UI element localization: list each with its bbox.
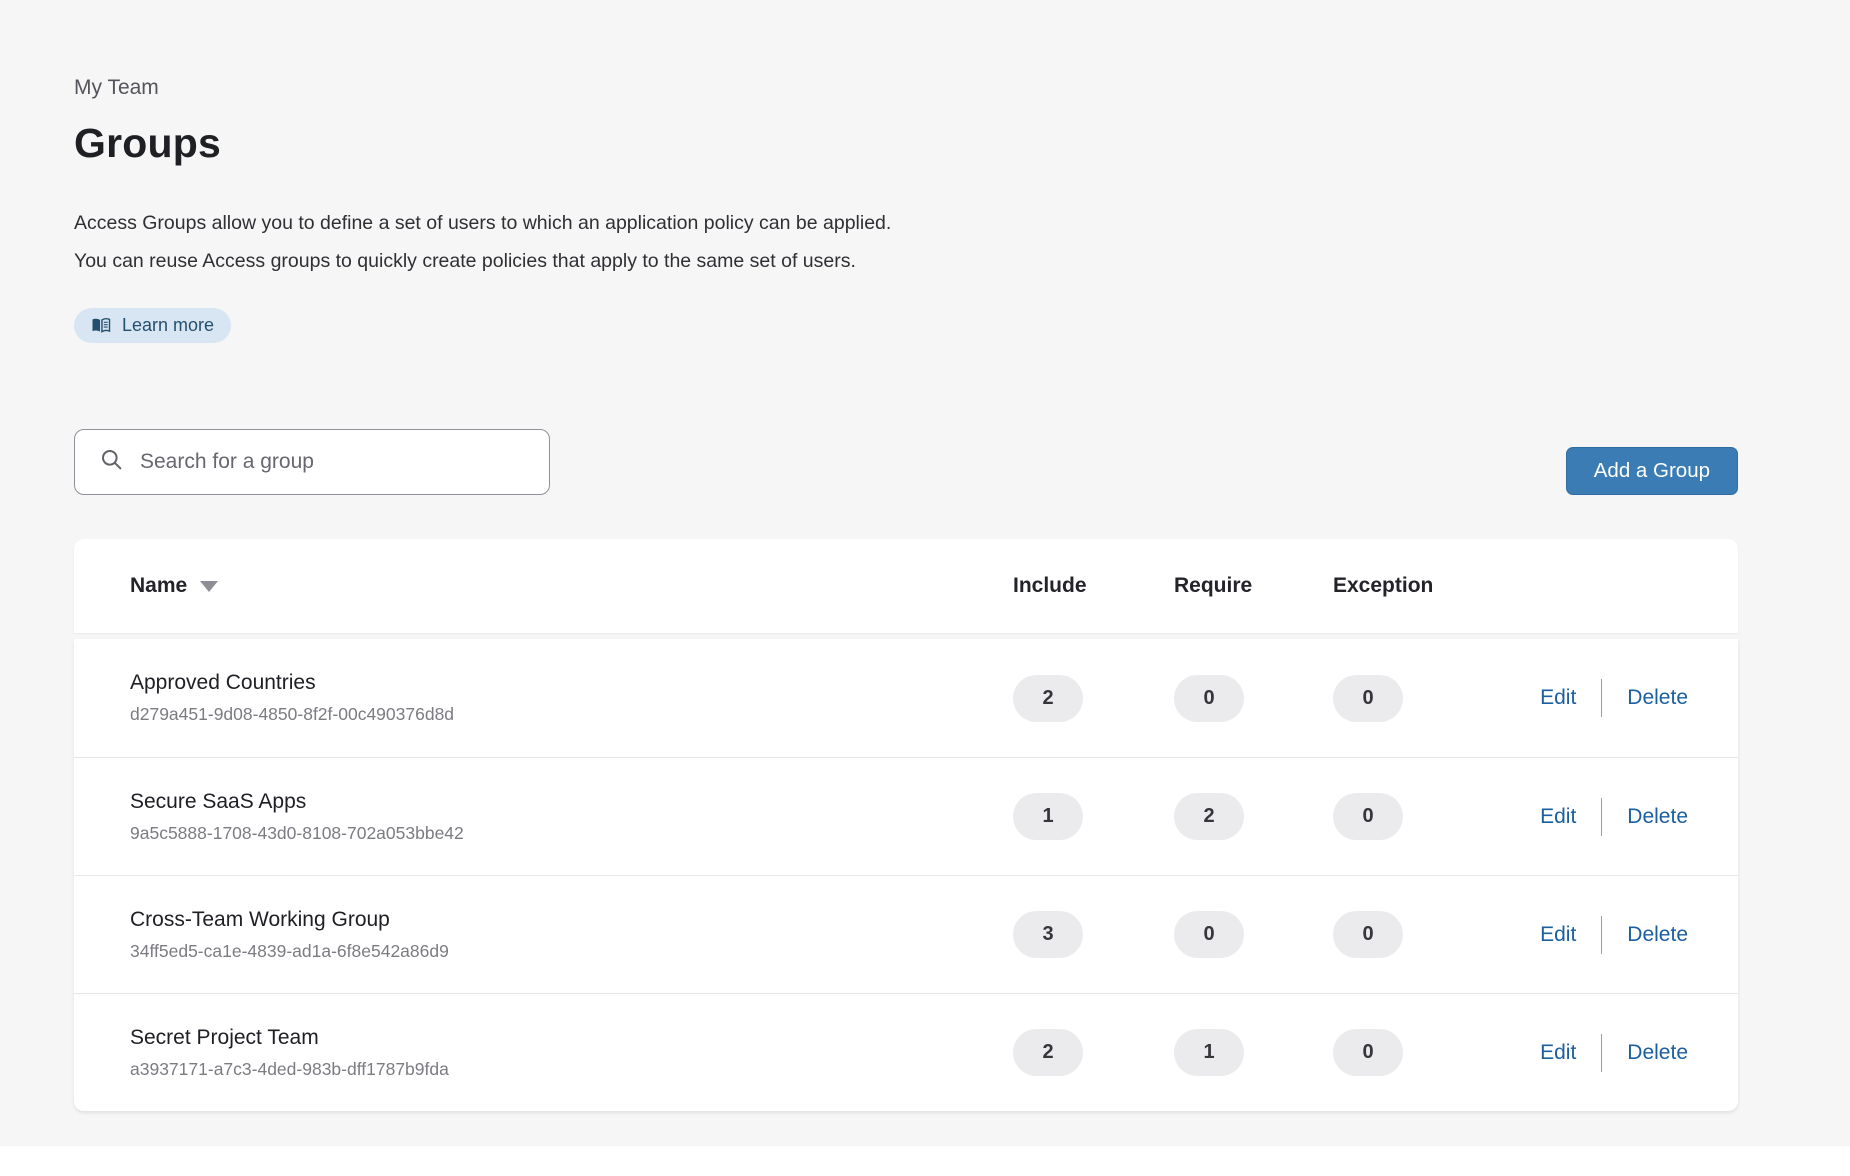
group-id: 9a5c5888-1708-43d0-8108-702a053bbe42 <box>130 823 1013 844</box>
page-description: Access Groups allow you to define a set … <box>74 204 1850 280</box>
require-count-badge: 1 <box>1174 1029 1244 1076</box>
sort-descending-icon <box>200 581 218 592</box>
page-title: Groups <box>74 118 1850 168</box>
actions-divider <box>1601 1034 1602 1072</box>
include-count-badge: 3 <box>1013 911 1083 958</box>
include-count-badge: 1 <box>1013 793 1083 840</box>
exception-column-label: Exception <box>1333 574 1493 598</box>
search-input[interactable] <box>140 450 529 474</box>
exception-count-badge: 0 <box>1333 793 1403 840</box>
group-name: Approved Countries <box>130 671 1013 695</box>
group-name-cell: Approved Countries d279a451-9d08-4850-8f… <box>130 671 1013 725</box>
table-body: Approved Countries d279a451-9d08-4850-8f… <box>74 639 1738 1111</box>
include-count-badge: 2 <box>1013 1029 1083 1076</box>
groups-table: Name Include Require Exception Approved … <box>74 539 1738 1111</box>
edit-link[interactable]: Edit <box>1540 923 1576 947</box>
row-actions: Edit Delete <box>1540 679 1688 717</box>
delete-link[interactable]: Delete <box>1627 1041 1688 1065</box>
description-line-1: Access Groups allow you to define a set … <box>74 204 1850 242</box>
learn-more-label: Learn more <box>122 315 214 336</box>
exception-count-badge: 0 <box>1333 911 1403 958</box>
edit-link[interactable]: Edit <box>1540 1041 1576 1065</box>
table-row: Approved Countries d279a451-9d08-4850-8f… <box>74 639 1738 757</box>
name-column-label: Name <box>130 574 187 598</box>
actions-divider <box>1601 916 1602 954</box>
require-count-badge: 0 <box>1174 675 1244 722</box>
include-column-label: Include <box>1013 574 1174 598</box>
delete-link[interactable]: Delete <box>1627 805 1688 829</box>
actions-divider <box>1601 798 1602 836</box>
group-name: Cross-Team Working Group <box>130 908 1013 932</box>
table-row: Secret Project Team a3937171-a7c3-4ded-9… <box>74 993 1738 1111</box>
exception-count-badge: 0 <box>1333 675 1403 722</box>
name-column-sort[interactable]: Name <box>130 574 1013 598</box>
group-name-cell: Secure SaaS Apps 9a5c5888-1708-43d0-8108… <box>130 790 1013 844</box>
page-bottom-strip <box>0 1146 1850 1176</box>
table-header: Name Include Require Exception <box>74 539 1738 633</box>
edit-link[interactable]: Edit <box>1540 805 1576 829</box>
table-row: Secure SaaS Apps 9a5c5888-1708-43d0-8108… <box>74 757 1738 875</box>
delete-link[interactable]: Delete <box>1627 686 1688 710</box>
add-group-button[interactable]: Add a Group <box>1566 447 1738 495</box>
group-name: Secure SaaS Apps <box>130 790 1013 814</box>
search-icon <box>100 448 123 476</box>
description-line-2: You can reuse Access groups to quickly c… <box>74 242 1850 280</box>
table-row: Cross-Team Working Group 34ff5ed5-ca1e-4… <box>74 875 1738 993</box>
require-column-label: Require <box>1174 574 1333 598</box>
exception-count-badge: 0 <box>1333 1029 1403 1076</box>
group-name: Secret Project Team <box>130 1026 1013 1050</box>
actions-divider <box>1601 679 1602 717</box>
row-actions: Edit Delete <box>1540 1034 1688 1072</box>
group-id: a3937171-a7c3-4ded-983b-dff1787b9fda <box>130 1059 1013 1080</box>
group-search <box>74 429 550 495</box>
groups-page: My Team Groups Access Groups allow you t… <box>0 0 1850 1111</box>
include-count-badge: 2 <box>1013 675 1083 722</box>
row-actions: Edit Delete <box>1540 916 1688 954</box>
require-count-badge: 0 <box>1174 911 1244 958</box>
edit-link[interactable]: Edit <box>1540 686 1576 710</box>
toolbar: Add a Group <box>74 429 1738 495</box>
group-name-cell: Cross-Team Working Group 34ff5ed5-ca1e-4… <box>130 908 1013 962</box>
delete-link[interactable]: Delete <box>1627 923 1688 947</box>
require-count-badge: 2 <box>1174 793 1244 840</box>
book-icon <box>91 317 111 334</box>
group-name-cell: Secret Project Team a3937171-a7c3-4ded-9… <box>130 1026 1013 1080</box>
group-id: 34ff5ed5-ca1e-4839-ad1a-6f8e542a86d9 <box>130 941 1013 962</box>
breadcrumb: My Team <box>74 76 1850 100</box>
group-id: d279a451-9d08-4850-8f2f-00c490376d8d <box>130 704 1013 725</box>
row-actions: Edit Delete <box>1540 798 1688 836</box>
learn-more-button[interactable]: Learn more <box>74 308 231 343</box>
